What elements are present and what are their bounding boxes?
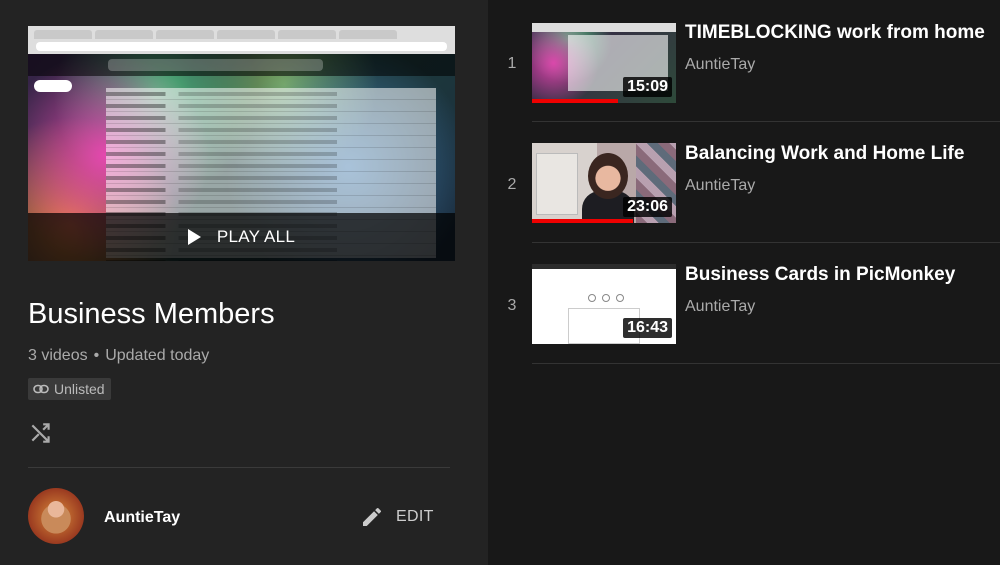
updated-text: Updated today bbox=[105, 347, 210, 364]
compose-graphic bbox=[34, 80, 72, 92]
pencil-icon bbox=[363, 507, 382, 526]
playlist-stats: 3 videos • Updated today bbox=[28, 347, 209, 365]
divider bbox=[28, 467, 450, 468]
video-title[interactable]: Balancing Work and Home Life bbox=[685, 143, 964, 165]
playlist-thumbnail[interactable]: PLAY ALL bbox=[28, 26, 455, 261]
play-all-button[interactable]: PLAY ALL bbox=[28, 213, 455, 261]
playlist-title: Business Members bbox=[28, 298, 275, 330]
video-index: 3 bbox=[507, 297, 517, 314]
shuffle-icon bbox=[31, 423, 50, 443]
link-icon bbox=[33, 384, 49, 394]
video-thumbnail[interactable]: 15:09 bbox=[532, 23, 676, 103]
owner-avatar[interactable] bbox=[28, 488, 84, 544]
stats-separator: • bbox=[93, 347, 100, 364]
edit-button[interactable]: EDIT bbox=[360, 505, 434, 529]
playlist-video-item[interactable]: 3 16:43 Business Cards in PicMonkey Aunt… bbox=[488, 242, 1000, 364]
shuffle-button[interactable] bbox=[28, 420, 54, 446]
video-duration: 23:06 bbox=[623, 197, 672, 217]
video-index: 2 bbox=[507, 176, 517, 193]
video-channel[interactable]: AuntieTay bbox=[685, 298, 755, 316]
owner-name[interactable]: AuntieTay bbox=[104, 509, 180, 527]
video-title[interactable]: Business Cards in PicMonkey bbox=[685, 264, 955, 286]
play-all-label: PLAY ALL bbox=[216, 227, 296, 246]
playlist-video-list: 1 15:09 TIMEBLOCKING work from home Aunt… bbox=[488, 0, 1000, 565]
video-duration: 16:43 bbox=[623, 318, 672, 338]
watch-progress bbox=[532, 99, 619, 103]
row-divider bbox=[532, 363, 1000, 364]
video-index: 1 bbox=[507, 55, 517, 72]
playlist-video-item[interactable]: 1 15:09 TIMEBLOCKING work from home Aunt… bbox=[488, 0, 1000, 122]
watch-progress bbox=[532, 219, 633, 223]
privacy-label: Unlisted bbox=[54, 381, 105, 397]
playlist-page: PLAY ALL Business Members 3 videos • Updat… bbox=[0, 0, 1000, 565]
video-count: 3 videos bbox=[28, 347, 88, 364]
video-channel[interactable]: AuntieTay bbox=[685, 177, 755, 195]
browser-chrome-graphic bbox=[28, 26, 455, 54]
privacy-badge: Unlisted bbox=[28, 378, 111, 400]
play-icon bbox=[187, 229, 201, 245]
mail-header-graphic bbox=[28, 54, 455, 76]
video-duration: 15:09 bbox=[623, 77, 672, 97]
playlist-sidebar: PLAY ALL Business Members 3 videos • Updat… bbox=[0, 0, 488, 565]
edit-label: EDIT bbox=[396, 508, 434, 525]
video-channel[interactable]: AuntieTay bbox=[685, 56, 755, 74]
video-thumbnail[interactable]: 16:43 bbox=[532, 264, 676, 344]
video-thumbnail[interactable]: 23:06 bbox=[532, 143, 676, 223]
playlist-video-item[interactable]: 2 23:06 Balancing Work and Home Life Aun… bbox=[488, 121, 1000, 243]
video-title[interactable]: TIMEBLOCKING work from home bbox=[685, 22, 985, 44]
